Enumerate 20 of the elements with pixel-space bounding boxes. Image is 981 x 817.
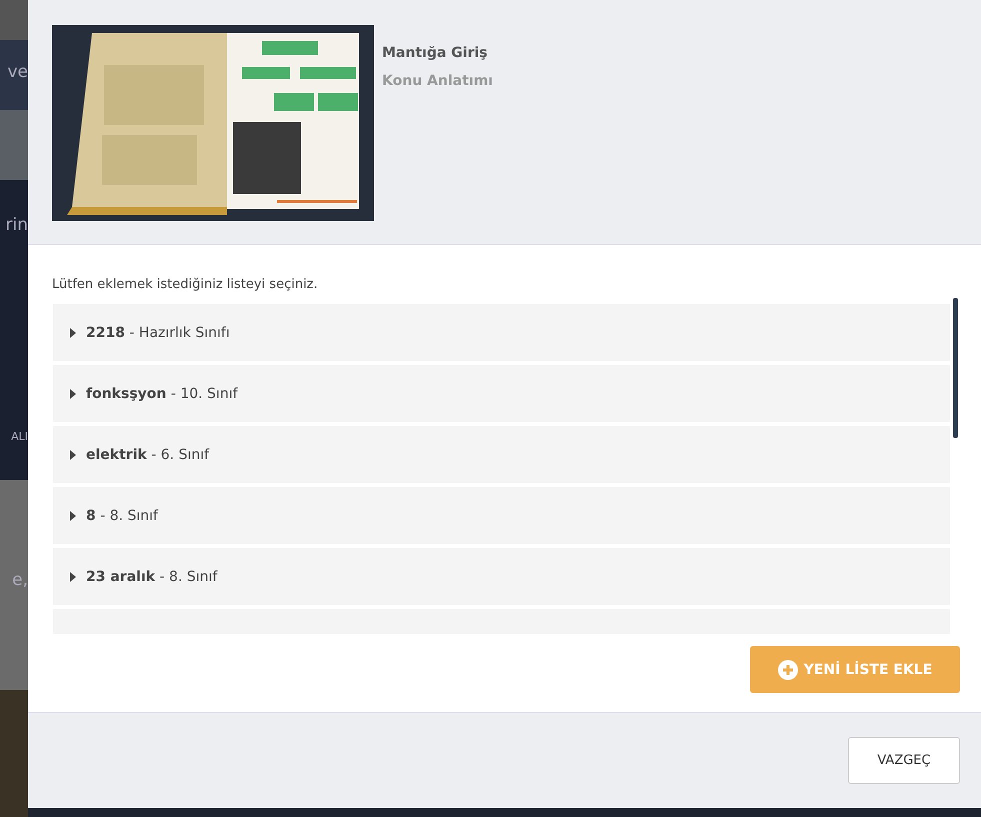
background-text: ALI <box>11 430 28 443</box>
background-text: rin <box>6 215 28 235</box>
plus-circle-icon <box>778 660 798 680</box>
caret-icon <box>70 572 76 582</box>
list-item[interactable]: 2218 - Hazırlık Sınıfı <box>53 304 950 361</box>
prompt-text: Lütfen eklemek istediğiniz listeyi seçiniz. <box>52 277 319 292</box>
caret-icon <box>70 450 76 460</box>
lesson-subtitle: Konu Anlatımı <box>382 73 493 89</box>
list-item[interactable]: fonksşyon - 10. Sınıf <box>53 365 950 422</box>
list-item[interactable]: 8 - 8. Sınıf <box>53 487 950 544</box>
scrollbar[interactable] <box>953 298 958 438</box>
list-item[interactable]: 23 aralık - 8. Sınıf <box>53 548 950 605</box>
background-text: e, <box>12 570 28 590</box>
background-text: ve <box>7 62 28 82</box>
cancel-button[interactable]: VAZGEÇ <box>848 737 960 784</box>
caret-icon <box>70 328 76 338</box>
lesson-title: Mantığa Giriş <box>382 45 489 61</box>
list-item[interactable]: elektrik - 6. Sınıf <box>53 426 950 483</box>
caret-icon <box>70 388 76 398</box>
caret-icon <box>70 510 76 520</box>
